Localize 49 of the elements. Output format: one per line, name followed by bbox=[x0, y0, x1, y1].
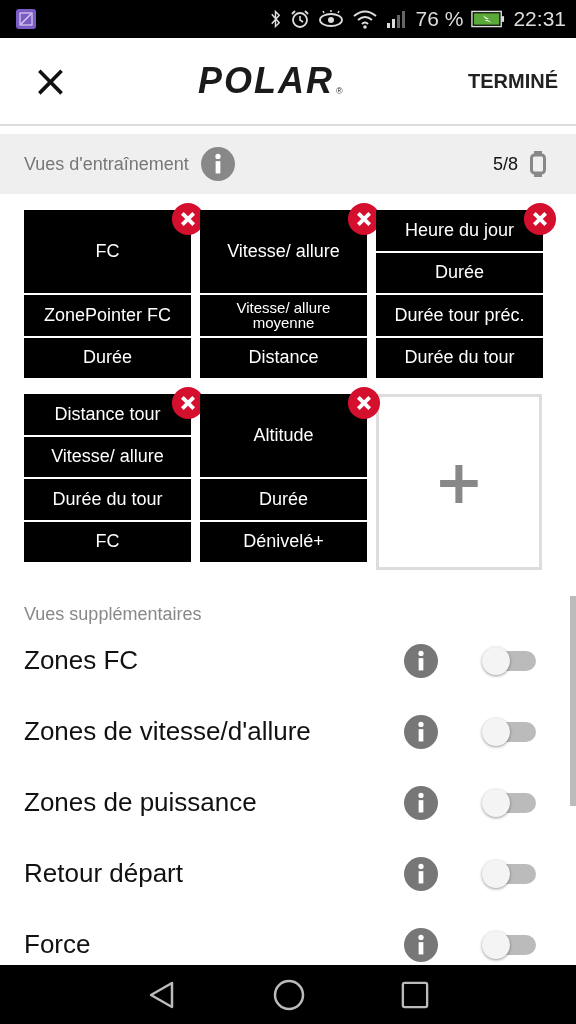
view-field[interactable]: Vitesse/ allure bbox=[24, 436, 191, 477]
info-icon[interactable] bbox=[404, 785, 438, 820]
info-icon[interactable] bbox=[404, 643, 438, 678]
view-field[interactable]: Vitesse/ allure moyenne bbox=[200, 295, 367, 336]
info-icon[interactable] bbox=[404, 856, 438, 891]
setting-label: Zones FC bbox=[24, 645, 140, 676]
view-count: 5/8 bbox=[492, 153, 518, 175]
section-title: Vues supplémentaires bbox=[23, 603, 203, 625]
view-field[interactable]: ZonePointer FC bbox=[24, 295, 191, 336]
view-field[interactable]: Dénivelé+ bbox=[200, 521, 367, 562]
view-field[interactable]: Altitude bbox=[200, 394, 367, 477]
view-field[interactable]: Vitesse/ allure bbox=[200, 210, 367, 293]
info-icon[interactable] bbox=[404, 927, 438, 962]
view-field[interactable]: Durée bbox=[376, 252, 543, 293]
view-field[interactable]: Heure du jour bbox=[376, 210, 543, 251]
alarm-icon bbox=[289, 9, 310, 29]
view-field[interactable]: Durée du tour bbox=[24, 479, 191, 520]
wifi-icon bbox=[351, 9, 378, 29]
logo-text: POLAR bbox=[198, 60, 335, 102]
view-field[interactable]: FC bbox=[24, 521, 191, 562]
setting-label: Zones de vitesse/d'allure bbox=[24, 716, 312, 747]
home-icon[interactable] bbox=[273, 978, 305, 1011]
gallery-icon bbox=[16, 9, 36, 29]
view-field[interactable]: Durée du tour bbox=[376, 337, 543, 378]
remove-button[interactable] bbox=[523, 202, 557, 236]
signal-icon bbox=[385, 9, 408, 29]
view-field[interactable]: Durée bbox=[200, 479, 367, 520]
info-icon[interactable] bbox=[404, 714, 438, 749]
watch-icon bbox=[530, 151, 546, 177]
close-button[interactable]: × bbox=[28, 59, 73, 103]
eye-icon bbox=[317, 9, 344, 29]
view-field[interactable]: FC bbox=[24, 210, 191, 293]
view-field[interactable]: Distance tour bbox=[24, 394, 191, 435]
add-view-button[interactable]: + bbox=[376, 394, 542, 570]
setting-label: Zones de puissance bbox=[24, 787, 258, 818]
registered-mark: ® bbox=[336, 86, 343, 96]
done-button[interactable]: TERMINÉ bbox=[468, 69, 558, 93]
battery-charging-icon bbox=[471, 10, 506, 28]
setting-label: Force bbox=[24, 929, 92, 960]
view-field[interactable]: Durée bbox=[24, 337, 191, 378]
section-title: Vues d'entraînement bbox=[24, 153, 189, 175]
view-field[interactable]: Distance bbox=[200, 337, 367, 378]
clock-time: 22:31 bbox=[513, 7, 566, 31]
info-icon[interactable] bbox=[200, 147, 235, 181]
view-field[interactable]: Durée tour préc. bbox=[376, 295, 543, 336]
battery-percent: 76 % bbox=[415, 7, 464, 31]
setting-label: Retour départ bbox=[24, 858, 184, 889]
recents-icon[interactable] bbox=[401, 980, 429, 1009]
remove-button[interactable] bbox=[347, 386, 381, 420]
